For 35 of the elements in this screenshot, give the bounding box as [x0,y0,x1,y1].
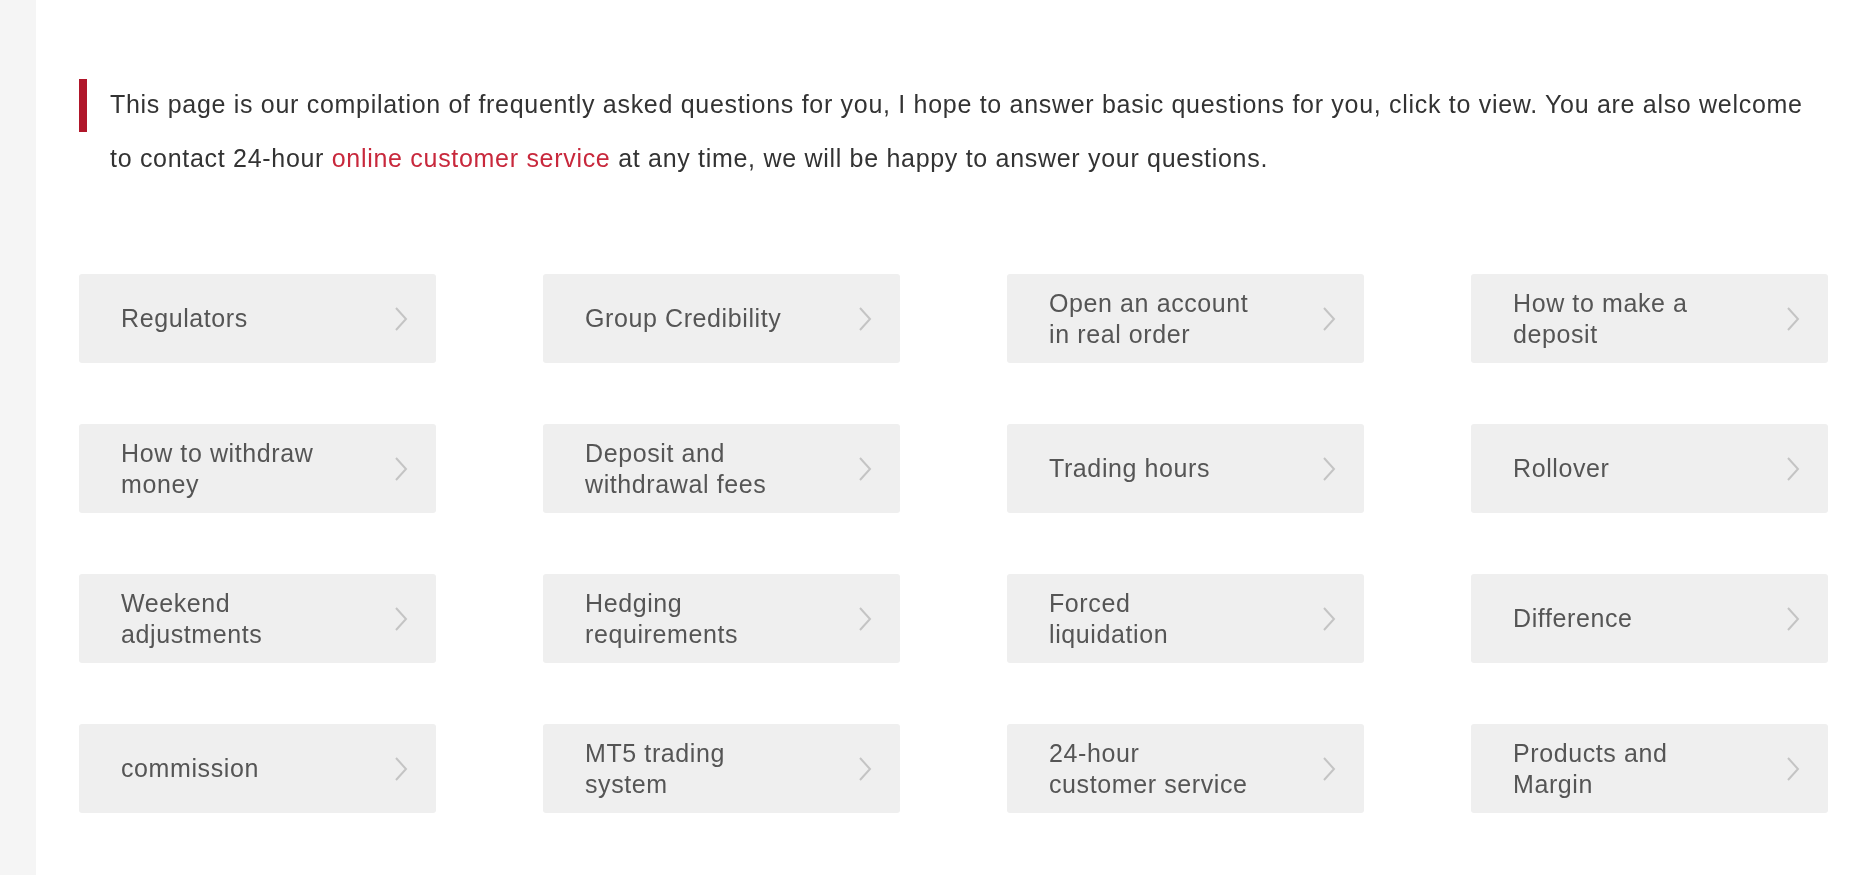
faq-button[interactable]: Trading hours [1007,424,1364,513]
chevron-right-icon [1786,305,1800,332]
chevron-right-icon [1322,605,1336,632]
online-service-link[interactable]: online customer service [331,144,611,172]
faq-button[interactable]: Weekend adjustments [79,574,436,663]
faq-button[interactable]: Group Credibility [543,274,900,363]
chevron-right-icon [1322,755,1336,782]
chevron-right-icon [858,455,872,482]
faq-button[interactable]: How to withdraw money [79,424,436,513]
chevron-right-icon [1322,305,1336,332]
chevron-right-icon [394,605,408,632]
faq-button[interactable]: MT5 trading system [543,724,900,813]
chevron-right-icon [858,755,872,782]
chevron-right-icon [1786,605,1800,632]
chevron-right-icon [858,305,872,332]
faq-button[interactable]: Open an account in real order [1007,274,1364,363]
chevron-right-icon [394,755,408,782]
faq-button[interactable]: Rollover [1471,424,1828,513]
chevron-right-icon [1786,455,1800,482]
faq-button[interactable]: Difference [1471,574,1828,663]
faq-button[interactable]: Deposit and withdrawal fees [543,424,900,513]
faq-button[interactable]: 24-hour customer service [1007,724,1364,813]
faq-button[interactable]: Hedging requirements [543,574,900,663]
chevron-right-icon [394,455,408,482]
chevron-right-icon [858,605,872,632]
chevron-right-icon [394,305,408,332]
faq-button[interactable]: Products and Margin [1471,724,1828,813]
faq-button[interactable]: Regulators [79,274,436,363]
faq-button[interactable]: commission [79,724,436,813]
intro-text: This page is our compilation of frequently asked questions for you, I hope to answer basic questions for you, click to view. You are also welcome to contact 24-hour online customer service at any time, we will be happy to answer your questions. [110,89,1804,174]
chevron-right-icon [1786,755,1800,782]
chevron-right-icon [1322,455,1336,482]
faq-button[interactable]: How to make a deposit [1471,274,1828,363]
accent-bar [79,79,87,132]
faq-button[interactable]: Forced liquidation [1007,574,1364,663]
